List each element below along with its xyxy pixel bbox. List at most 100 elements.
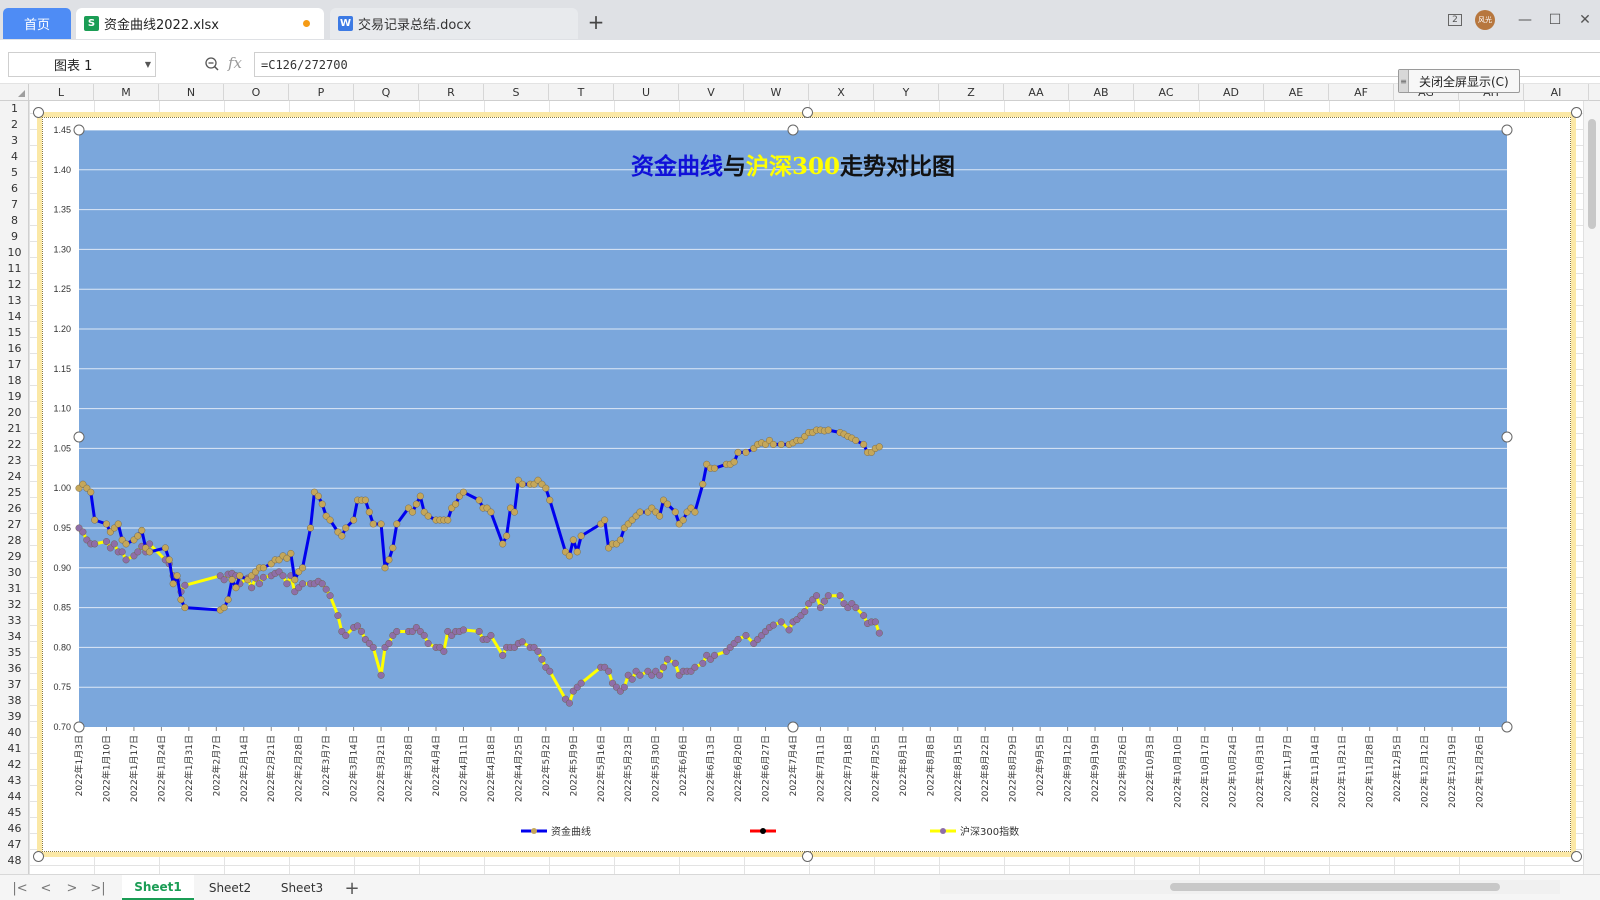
- row-header-3[interactable]: 3: [0, 133, 29, 149]
- column-header-v[interactable]: V: [679, 84, 744, 101]
- name-box[interactable]: 图表 1 ▼: [8, 52, 156, 77]
- row-header-28[interactable]: 28: [0, 533, 29, 549]
- scrollbar-thumb[interactable]: [1588, 119, 1596, 229]
- row-header-22[interactable]: 22: [0, 437, 29, 453]
- resize-handle-bottom-right[interactable]: [1571, 851, 1582, 862]
- column-header-x[interactable]: X: [809, 84, 874, 101]
- fx-icon[interactable]: fx: [228, 54, 242, 72]
- row-header-13[interactable]: 13: [0, 293, 29, 309]
- row-header-29[interactable]: 29: [0, 549, 29, 565]
- row-header-37[interactable]: 37: [0, 677, 29, 693]
- sheet-tab-3[interactable]: Sheet3: [266, 875, 338, 900]
- row-header-44[interactable]: 44: [0, 789, 29, 805]
- row-header-5[interactable]: 5: [0, 165, 29, 181]
- row-header-10[interactable]: 10: [0, 245, 29, 261]
- column-header-u[interactable]: U: [614, 84, 679, 101]
- close-button[interactable]: ✕: [1570, 5, 1600, 35]
- drag-handle-icon[interactable]: ≡: [1399, 70, 1409, 92]
- tab-document[interactable]: W 交易记录总结.docx: [330, 8, 578, 39]
- column-header-y[interactable]: Y: [874, 84, 939, 101]
- row-header-32[interactable]: 32: [0, 597, 29, 613]
- horizontal-scrollbar[interactable]: [940, 880, 1560, 894]
- row-header-47[interactable]: 47: [0, 837, 29, 853]
- sheet-tab-2[interactable]: Sheet2: [194, 875, 266, 900]
- column-header-l[interactable]: L: [29, 84, 94, 101]
- column-header-r[interactable]: R: [419, 84, 484, 101]
- resize-handle-top[interactable]: [802, 107, 813, 118]
- row-header-8[interactable]: 8: [0, 213, 29, 229]
- row-header-36[interactable]: 36: [0, 661, 29, 677]
- row-header-4[interactable]: 4: [0, 149, 29, 165]
- column-header-z[interactable]: Z: [939, 84, 1004, 101]
- zoom-out-icon[interactable]: [202, 54, 222, 74]
- sheet-tab-1[interactable]: Sheet1: [122, 875, 194, 900]
- row-header-14[interactable]: 14: [0, 309, 29, 325]
- vertical-scrollbar[interactable]: [1583, 101, 1600, 874]
- prev-sheet-icon[interactable]: <: [38, 879, 54, 897]
- column-header-s[interactable]: S: [484, 84, 549, 101]
- tab-spreadsheet[interactable]: S 资金曲线2022.xlsx: [76, 8, 324, 39]
- column-header-w[interactable]: W: [744, 84, 809, 101]
- row-header-38[interactable]: 38: [0, 693, 29, 709]
- row-header-39[interactable]: 39: [0, 709, 29, 725]
- row-header-18[interactable]: 18: [0, 373, 29, 389]
- resize-handle-top-left[interactable]: [33, 107, 44, 118]
- column-header-n[interactable]: N: [159, 84, 224, 101]
- column-header-aa[interactable]: AA: [1004, 84, 1069, 101]
- resize-handle-bottom[interactable]: [802, 851, 813, 862]
- column-header-ad[interactable]: AD: [1199, 84, 1264, 101]
- row-header-17[interactable]: 17: [0, 357, 29, 373]
- row-header-33[interactable]: 33: [0, 613, 29, 629]
- column-header-o[interactable]: O: [224, 84, 289, 101]
- resize-handle-top-right[interactable]: [1571, 107, 1582, 118]
- column-header-ae[interactable]: AE: [1264, 84, 1329, 101]
- column-header-t[interactable]: T: [549, 84, 614, 101]
- row-header-30[interactable]: 30: [0, 565, 29, 581]
- row-header-25[interactable]: 25: [0, 485, 29, 501]
- select-all-corner[interactable]: [0, 84, 29, 101]
- row-header-16[interactable]: 16: [0, 341, 29, 357]
- layout-icon[interactable]: 2: [1440, 5, 1470, 35]
- column-header-p[interactable]: P: [289, 84, 354, 101]
- new-tab-button[interactable]: +: [585, 10, 607, 34]
- row-header-41[interactable]: 41: [0, 741, 29, 757]
- next-sheet-icon[interactable]: >: [64, 879, 80, 897]
- minimize-button[interactable]: —: [1510, 5, 1540, 35]
- row-header-40[interactable]: 40: [0, 725, 29, 741]
- row-header-26[interactable]: 26: [0, 501, 29, 517]
- column-header-ai[interactable]: AI: [1524, 84, 1589, 101]
- row-header-42[interactable]: 42: [0, 757, 29, 773]
- row-header-6[interactable]: 6: [0, 181, 29, 197]
- first-sheet-icon[interactable]: |<: [12, 879, 28, 897]
- row-header-48[interactable]: 48: [0, 853, 29, 869]
- column-header-m[interactable]: M: [94, 84, 159, 101]
- column-header-ab[interactable]: AB: [1069, 84, 1134, 101]
- row-header-35[interactable]: 35: [0, 645, 29, 661]
- row-header-23[interactable]: 23: [0, 453, 29, 469]
- row-header-46[interactable]: 46: [0, 821, 29, 837]
- row-header-43[interactable]: 43: [0, 773, 29, 789]
- column-header-ac[interactable]: AC: [1134, 84, 1199, 101]
- column-header-q[interactable]: Q: [354, 84, 419, 101]
- row-header-12[interactable]: 12: [0, 277, 29, 293]
- row-header-45[interactable]: 45: [0, 805, 29, 821]
- row-header-27[interactable]: 27: [0, 517, 29, 533]
- row-header-15[interactable]: 15: [0, 325, 29, 341]
- user-avatar[interactable]: 风光: [1470, 5, 1500, 35]
- row-header-31[interactable]: 31: [0, 581, 29, 597]
- row-header-20[interactable]: 20: [0, 405, 29, 421]
- row-header-21[interactable]: 21: [0, 421, 29, 437]
- row-header-19[interactable]: 19: [0, 389, 29, 405]
- row-header-34[interactable]: 34: [0, 629, 29, 645]
- home-tab[interactable]: 首页: [3, 8, 71, 39]
- last-sheet-icon[interactable]: >|: [90, 879, 106, 897]
- row-header-2[interactable]: 2: [0, 117, 29, 133]
- resize-handle-bottom-left[interactable]: [33, 851, 44, 862]
- chart-area[interactable]: [42, 117, 1571, 852]
- row-header-24[interactable]: 24: [0, 469, 29, 485]
- row-header-11[interactable]: 11: [0, 261, 29, 277]
- scrollbar-thumb[interactable]: [1170, 883, 1500, 891]
- row-header-7[interactable]: 7: [0, 197, 29, 213]
- exit-fullscreen-button[interactable]: ≡ 关闭全屏显示(C): [1398, 69, 1520, 93]
- column-header-af[interactable]: AF: [1329, 84, 1394, 101]
